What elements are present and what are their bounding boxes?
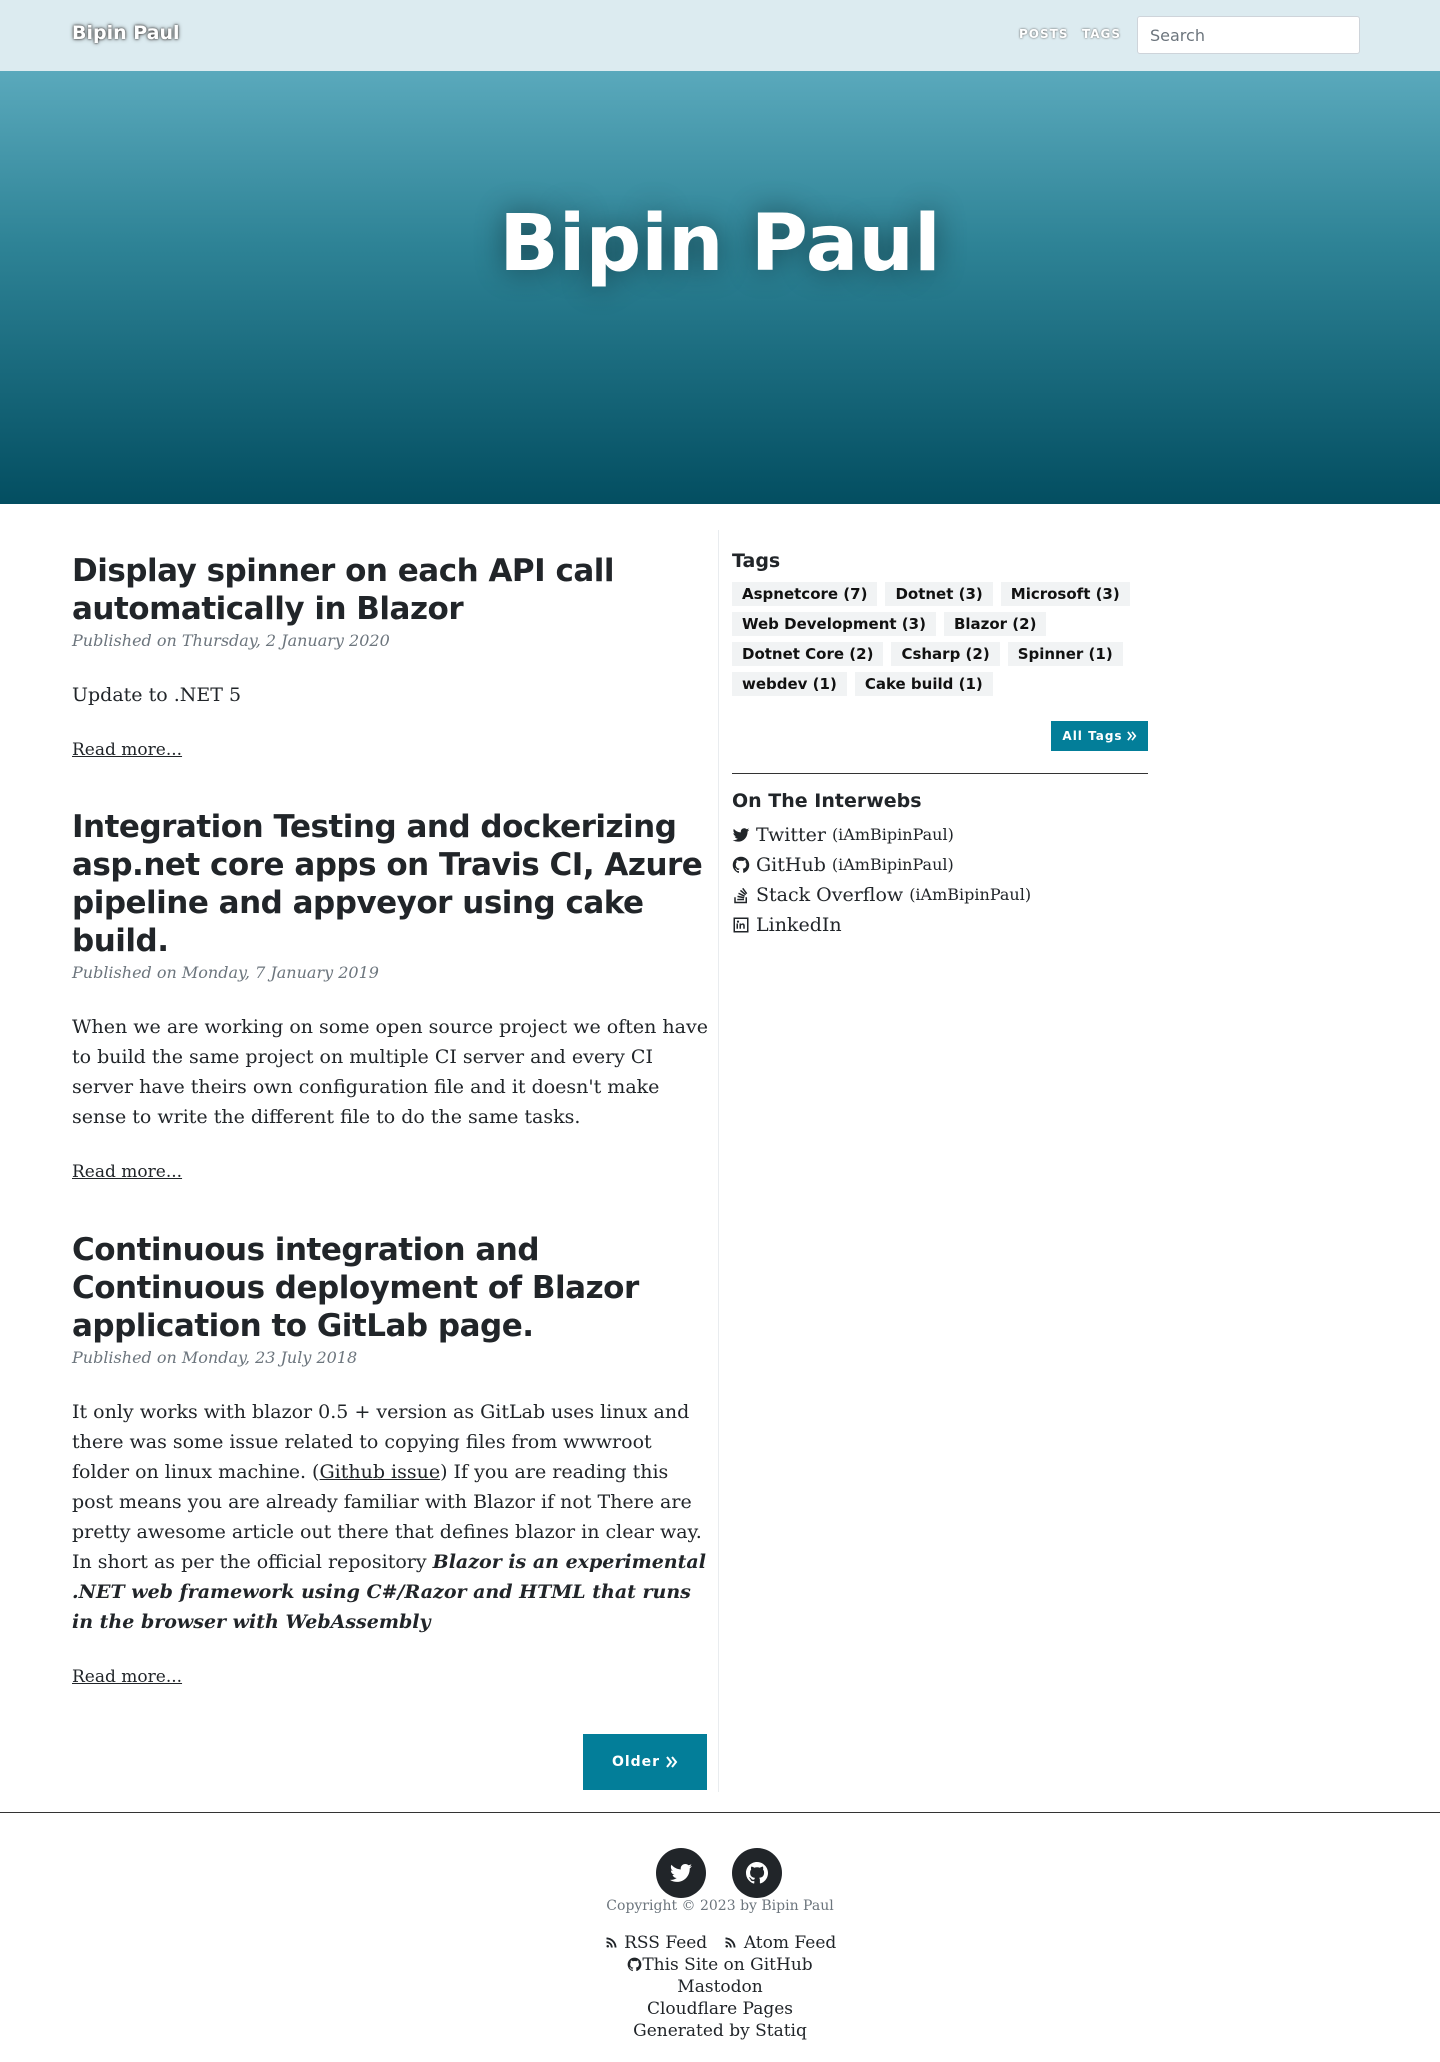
post-item: Integration Testing and dockerizing asp.… [72, 808, 712, 1182]
read-more-link[interactable]: Read more... [72, 740, 182, 760]
read-more-link[interactable]: Read more... [72, 1162, 182, 1182]
post-title[interactable]: Continuous integration and Continuous de… [72, 1231, 712, 1345]
hero-title: Bipin Paul [499, 199, 941, 289]
tag-dotnet-core[interactable]: Dotnet Core (2) [732, 642, 884, 666]
rss-feed-label: RSS Feed [624, 1933, 708, 1953]
statiq-link[interactable]: Generated by Statiq [633, 2021, 807, 2041]
post-excerpt: When we are working on some open source … [72, 1016, 708, 1128]
stack-overflow-handle: (iAmBipinPaul) [909, 885, 1032, 904]
sidebar: Tags Aspnetcore (7) Dotnet (3) Microsoft… [732, 550, 1148, 936]
github-handle: (iAmBipinPaul) [831, 855, 954, 874]
brand-link[interactable]: Bipin Paul [72, 22, 180, 44]
stack-overflow-label: Stack Overflow [756, 884, 904, 906]
stack-overflow-icon [734, 887, 748, 904]
post-excerpt: It only works with blazor 0.5 + version … [72, 1397, 712, 1637]
tags-heading: Tags [732, 550, 781, 572]
post-item: Continuous integration and Continuous de… [72, 1231, 712, 1687]
search-input[interactable] [1137, 16, 1360, 54]
tag-aspnetcore[interactable]: Aspnetcore (7) [732, 582, 878, 606]
post-item: Display spinner on each API call automat… [72, 552, 712, 760]
site-github-link[interactable]: This Site on GitHub [627, 1955, 813, 1975]
tag-microsoft[interactable]: Microsoft (3) [1000, 582, 1130, 606]
post-date: Published on Monday, 7 January 2019 [72, 963, 379, 982]
github-link[interactable]: GitHub (iAmBipinPaul) [732, 850, 1148, 880]
twitter-handle: (iAmBipinPaul) [831, 825, 954, 844]
rss-icon [725, 1937, 736, 1948]
twitter-label: Twitter [756, 824, 826, 846]
linkedin-label: LinkedIn [756, 914, 842, 936]
post-date: Published on Monday, 23 July 2018 [72, 1348, 358, 1367]
cloudflare-pages-link[interactable]: Cloudflare Pages [647, 1999, 793, 2019]
github-issue-link[interactable]: Github issue [319, 1461, 440, 1483]
twitter-icon [670, 1864, 692, 1882]
atom-feed-link[interactable]: Atom Feed [723, 1933, 836, 1953]
interwebs-heading: On The Interwebs [732, 790, 922, 812]
github-icon [627, 1957, 642, 1972]
post-title[interactable]: Integration Testing and dockerizing asp.… [72, 808, 712, 960]
twitter-link[interactable]: Twitter (iAmBipinPaul) [732, 820, 1148, 850]
interwebs-section: On The Interwebs Twitter (iAmBipinPaul) … [732, 790, 1148, 940]
linkedin-icon [733, 917, 749, 933]
mastodon-link[interactable]: Mastodon [677, 1977, 762, 1997]
post-date: Published on Thursday, 2 January 2020 [72, 631, 390, 650]
github-label: GitHub [756, 854, 826, 876]
tag-blazor[interactable]: Blazor (2) [943, 612, 1047, 636]
older-button[interactable]: Older [583, 1734, 707, 1790]
nav-tags[interactable]: TAGS [1082, 27, 1121, 41]
rss-feed-link[interactable]: RSS Feed [604, 1933, 713, 1953]
double-chevron-right-icon [1126, 731, 1136, 741]
hero-banner: Bipin Paul [0, 71, 1440, 504]
copyright: Copyright © 2023 by Bipin Paul [606, 1898, 834, 1914]
double-chevron-right-icon [666, 1756, 678, 1768]
all-tags-button[interactable]: All Tags [1051, 721, 1148, 751]
tag-cake-build[interactable]: Cake build (1) [854, 672, 993, 696]
footer-twitter-button[interactable] [656, 1848, 706, 1898]
rss-icon [606, 1937, 617, 1948]
twitter-icon [732, 828, 750, 842]
older-label: Older [611, 1754, 661, 1770]
read-more-link[interactable]: Read more... [72, 1667, 182, 1687]
linkedin-link[interactable]: LinkedIn [732, 910, 1148, 940]
stack-overflow-link[interactable]: Stack Overflow (iAmBipinPaul) [732, 880, 1148, 910]
tag-csharp[interactable]: Csharp (2) [891, 642, 1000, 666]
social-links: Twitter (iAmBipinPaul) GitHub (iAmBipinP… [732, 820, 1148, 940]
atom-feed-label: Atom Feed [743, 1933, 837, 1953]
all-tags-label: All Tags [1062, 729, 1123, 743]
site-github-label: This Site on GitHub [642, 1955, 813, 1975]
tag-dotnet[interactable]: Dotnet (3) [885, 582, 993, 606]
github-icon [732, 856, 750, 873]
github-icon [746, 1862, 768, 1884]
tag-list: Aspnetcore (7) Dotnet (3) Microsoft (3) … [732, 582, 1148, 696]
post-excerpt: Update to .NET 5 [72, 684, 242, 706]
tag-webdev[interactable]: webdev (1) [732, 672, 847, 696]
tag-web-development[interactable]: Web Development (3) [732, 612, 936, 636]
post-title[interactable]: Display spinner on each API call automat… [72, 552, 712, 628]
nav-posts[interactable]: POSTS [1019, 27, 1068, 41]
column-divider [718, 530, 719, 1792]
footer-github-button[interactable] [732, 1848, 782, 1898]
navbar: Bipin Paul POSTS TAGS [0, 0, 1440, 71]
sidebar-divider [732, 773, 1148, 774]
footer-links: RSS Feed Atom Feed This Site on GitHub M… [0, 1932, 1440, 2042]
tag-spinner[interactable]: Spinner (1) [1007, 642, 1123, 666]
footer-divider [0, 1812, 1440, 1813]
